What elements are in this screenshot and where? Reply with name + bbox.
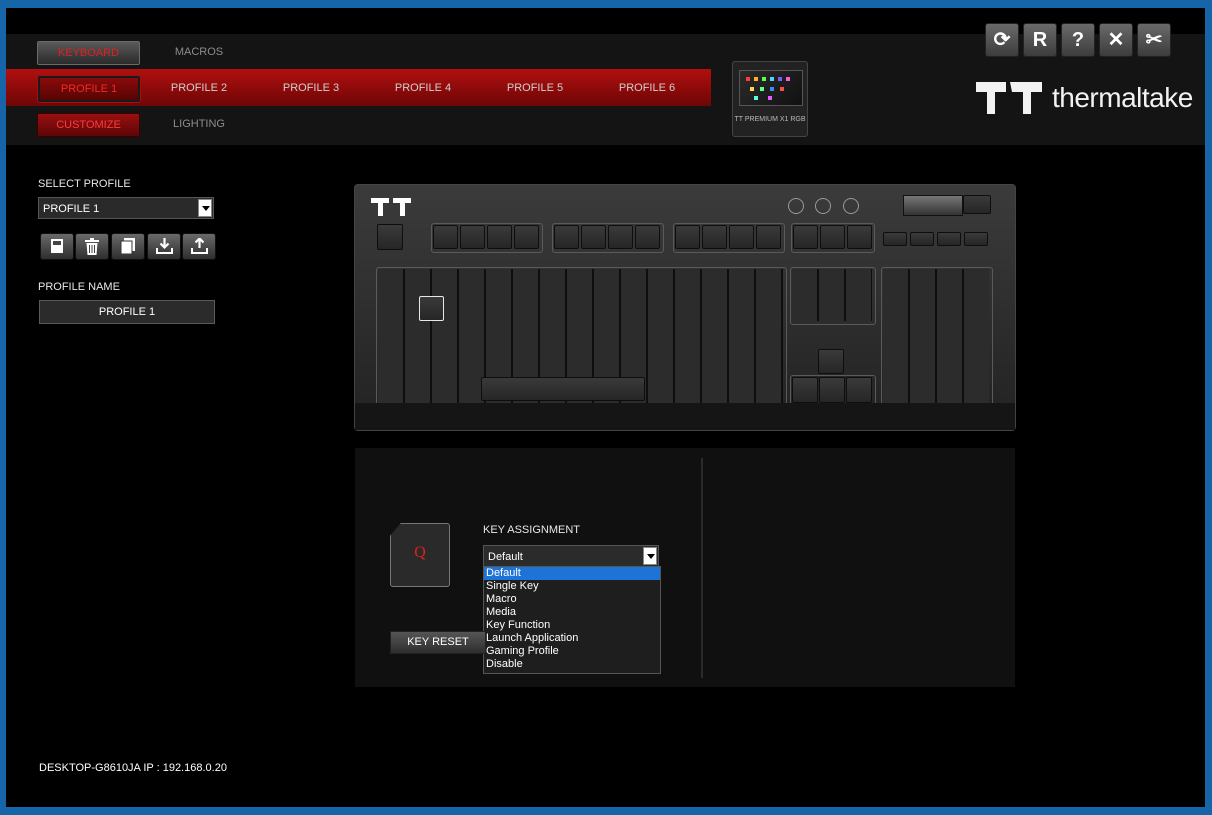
selected-key-label: Q [414, 544, 426, 561]
option-disable[interactable]: Disable [484, 658, 660, 671]
tab-keyboard[interactable]: KEYBOARD [37, 41, 140, 65]
profile-select[interactable]: PROFILE 1 [38, 197, 214, 219]
tab-profile-6[interactable]: PROFILE 6 [597, 77, 697, 99]
key-reset-button[interactable]: KEY RESET [390, 631, 486, 654]
arrow-down-key[interactable] [819, 377, 845, 403]
chevron-down-icon[interactable] [643, 547, 657, 565]
option-key-function[interactable]: Key Function [484, 619, 660, 632]
option-single-key[interactable]: Single Key [484, 580, 660, 593]
nav-keys [792, 269, 872, 321]
key[interactable] [433, 225, 458, 249]
help-icon[interactable]: ? [1061, 23, 1095, 57]
key[interactable] [847, 225, 872, 249]
selected-key-preview: Q [390, 523, 450, 587]
tab-profile-2[interactable]: PROFILE 2 [149, 77, 249, 99]
tab-customize[interactable]: CUSTOMIZE [37, 113, 140, 137]
key[interactable] [554, 225, 579, 249]
brand-logo: thermaltake [976, 80, 1193, 116]
brand-name: thermaltake [1052, 82, 1193, 113]
save-button[interactable] [40, 233, 74, 260]
key-assignment-select[interactable]: Default [483, 545, 659, 567]
import-icon [155, 238, 173, 254]
mute-key[interactable] [963, 195, 991, 214]
profile-name-label: PROFILE NAME [38, 281, 120, 293]
media-key[interactable] [964, 232, 988, 246]
option-default[interactable]: Default [484, 567, 660, 580]
host-info: DESKTOP-G8610JA IP : 192.168.0.20 [39, 762, 227, 774]
device-thumbnail[interactable]: TT PREMIUM X1 RGB [732, 61, 808, 137]
media-key[interactable] [910, 232, 934, 246]
export-button[interactable] [182, 233, 216, 260]
key[interactable] [675, 225, 700, 249]
option-gaming-profile[interactable]: Gaming Profile [484, 645, 660, 658]
keyboard-thumbnail-icon [739, 70, 803, 106]
keyboard-image [354, 184, 1016, 431]
key-esc[interactable] [377, 224, 403, 250]
thermaltake-tt-icon [976, 82, 1042, 114]
tab-profile-4[interactable]: PROFILE 4 [373, 77, 473, 99]
tab-macros[interactable]: MACROS [149, 41, 249, 63]
key[interactable] [729, 225, 754, 249]
copy-button[interactable] [111, 233, 145, 260]
profile-name-field[interactable]: PROFILE 1 [39, 300, 215, 324]
indicator-icon [815, 198, 831, 214]
volume-wheel [903, 195, 963, 216]
indicator-icon [843, 198, 859, 214]
arrow-right-key[interactable] [846, 377, 872, 403]
key[interactable] [756, 225, 781, 249]
tab-profile-5[interactable]: PROFILE 5 [485, 77, 585, 99]
profile-select-value: PROFILE 1 [43, 203, 100, 215]
key[interactable] [608, 225, 633, 249]
keyboard-base [355, 403, 1015, 430]
key[interactable] [460, 225, 485, 249]
media-key[interactable] [937, 232, 961, 246]
reset-r-icon[interactable]: R [1023, 23, 1057, 57]
key-assignment-label: KEY ASSIGNMENT [483, 524, 580, 536]
option-macro[interactable]: Macro [484, 593, 660, 606]
key-space[interactable] [481, 377, 645, 401]
tt-logo-icon [371, 198, 411, 216]
device-name: TT PREMIUM X1 RGB [734, 116, 806, 123]
key-assignment-panel: Q KEY ASSIGNMENT Default Default Single … [355, 448, 1015, 687]
refresh-icon[interactable]: ⟳ [985, 23, 1019, 57]
save-icon [51, 239, 63, 253]
panel-divider [701, 458, 703, 678]
key[interactable] [635, 225, 660, 249]
key-assignment-value: Default [488, 551, 523, 563]
arrow-left-key[interactable] [792, 377, 818, 403]
key[interactable] [581, 225, 606, 249]
app-window: KEYBOARD MACROS PROFILE 1 PROFILE 2 PROF… [6, 8, 1205, 807]
numpad-keys [883, 269, 989, 403]
chevron-down-icon[interactable] [198, 199, 212, 217]
tab-profile-1[interactable]: PROFILE 1 [38, 76, 140, 102]
key[interactable] [793, 225, 818, 249]
key-assignment-dropdown: Default Single Key Macro Media Key Funct… [483, 566, 661, 674]
key[interactable] [514, 225, 539, 249]
option-media[interactable]: Media [484, 606, 660, 619]
close-icon[interactable]: ✕ [1099, 23, 1133, 57]
indicator-icon [788, 198, 804, 214]
settings-tools-icon[interactable]: ✂ [1137, 23, 1171, 57]
import-button[interactable] [147, 233, 181, 260]
arrow-up-key[interactable] [818, 349, 844, 374]
key-q-selected[interactable] [419, 296, 444, 321]
copy-icon [120, 238, 135, 255]
key[interactable] [487, 225, 512, 249]
tab-lighting[interactable]: LIGHTING [149, 113, 249, 135]
select-profile-label: SELECT PROFILE [38, 178, 131, 190]
tab-profile-3[interactable]: PROFILE 3 [261, 77, 361, 99]
delete-button[interactable] [75, 233, 109, 260]
key[interactable] [702, 225, 727, 249]
export-icon [190, 236, 208, 254]
media-key[interactable] [883, 232, 907, 246]
key[interactable] [820, 225, 845, 249]
option-launch-application[interactable]: Launch Application [484, 632, 660, 645]
delete-icon [85, 238, 99, 255]
